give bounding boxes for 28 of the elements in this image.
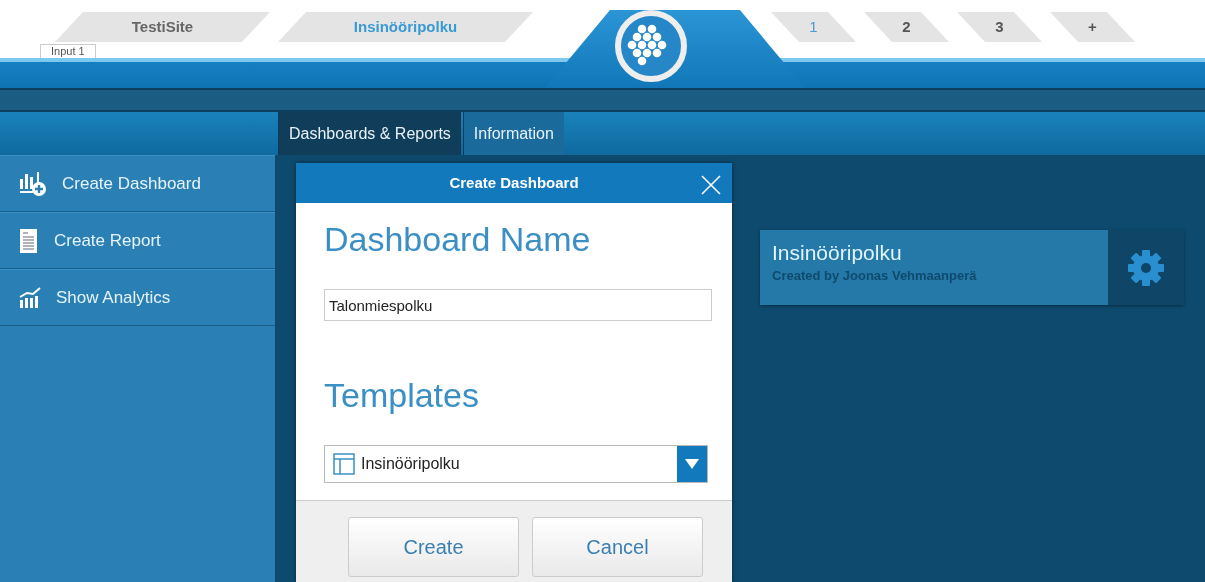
site-tab[interactable]: TestiSite: [55, 12, 270, 42]
dialog-button[interactable]: Create: [348, 517, 519, 577]
field-label: Input 1: [40, 44, 96, 58]
settings-icon[interactable]: [1126, 247, 1166, 288]
page-tab[interactable]: 3: [957, 12, 1042, 42]
close-button[interactable]: [700, 172, 722, 194]
section-heading: Dashboard Name: [324, 219, 592, 260]
nav-tab[interactable]: Dashboards & Reports: [278, 112, 461, 155]
name-input[interactable]: Talonmiespolku: [324, 289, 712, 321]
template-dropdown[interactable]: Insinööripolku: [324, 445, 708, 483]
chart-plus-icon: [18, 170, 48, 197]
table-icon: [333, 453, 355, 475]
sidebar-item[interactable]: Create Dashboard: [0, 155, 275, 212]
dialog-title: Create Dashboard: [449, 172, 579, 193]
site-tab[interactable]: Insinööripolku: [278, 12, 533, 42]
page-tab[interactable]: 1: [771, 12, 856, 42]
sidebar-item[interactable]: Show Analytics: [0, 269, 275, 326]
dashboard-card[interactable]: Insinööripolku Created by Joonas Vehmaanperä: [760, 230, 1184, 305]
sidebar-item[interactable]: Create Report: [0, 212, 275, 269]
dashboard-title: Insinööripolku: [772, 240, 903, 266]
nav-tab[interactable]: Information: [462, 112, 564, 155]
section-heading: Templates: [324, 375, 480, 416]
document-icon: [18, 227, 40, 254]
page-tab[interactable]: +: [1050, 12, 1135, 42]
chart-icon: [18, 286, 42, 309]
dialog-button[interactable]: Cancel: [532, 517, 703, 577]
page-tab[interactable]: 2: [864, 12, 949, 42]
dashboard-author: Created by Joonas Vehmaanperä: [772, 267, 978, 285]
